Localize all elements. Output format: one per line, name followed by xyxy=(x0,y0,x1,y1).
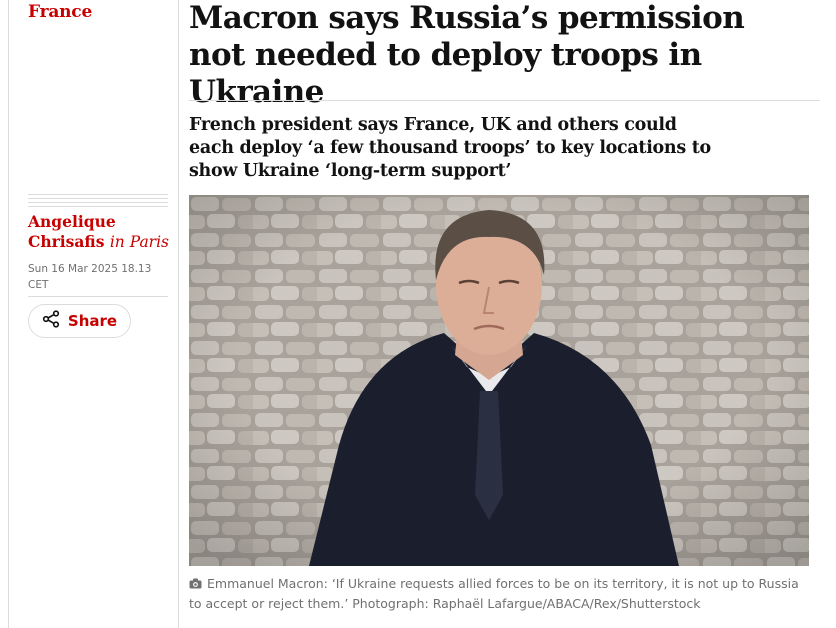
share-label: Share xyxy=(67,312,118,330)
section-link-france[interactable]: France xyxy=(28,2,92,22)
page-left-rule xyxy=(8,0,9,628)
author-link[interactable]: Angelique Chrisafis xyxy=(28,212,116,251)
camera-icon xyxy=(189,575,202,594)
caption-text: Emmanuel Macron: ‘If Ukraine requests al… xyxy=(189,576,799,611)
headline-divider xyxy=(189,100,820,101)
share-button[interactable]: Share xyxy=(28,304,131,338)
share-icon xyxy=(42,310,60,332)
article-main-photo[interactable] xyxy=(189,195,809,566)
byline: Angelique Chrisafis in Paris xyxy=(28,212,176,252)
publish-date: Sun 16 Mar 2025 18.13 CET xyxy=(28,263,152,291)
meta-bottom-divider xyxy=(28,296,168,297)
article-standfirst: French president says France, UK and oth… xyxy=(189,115,711,181)
photo-caption: Emmanuel Macron: ‘If Ukraine requests al… xyxy=(189,574,809,613)
meta-divider xyxy=(28,194,168,210)
byline-location: in Paris xyxy=(109,233,170,251)
article-headline: Macron says Russia’s permission not need… xyxy=(189,0,745,110)
column-divider xyxy=(178,0,179,628)
